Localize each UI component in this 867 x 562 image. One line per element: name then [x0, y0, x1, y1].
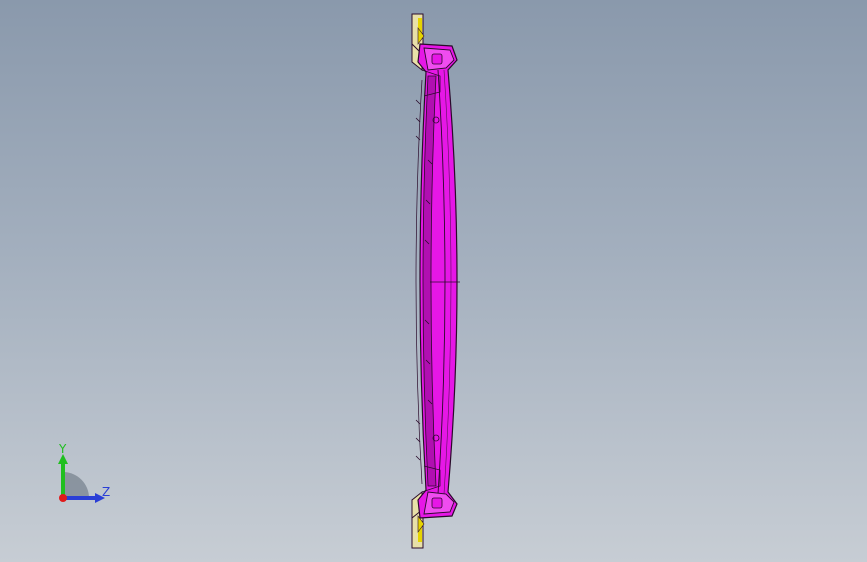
- y-axis-label: Y: [59, 442, 67, 456]
- curved-beam-body[interactable]: [415, 43, 460, 519]
- part-model[interactable]: [0, 0, 867, 562]
- coordinate-triad-icon: Y Z: [50, 440, 120, 510]
- cad-viewport[interactable]: Y Z: [0, 0, 867, 562]
- z-axis-label: Z: [102, 485, 111, 499]
